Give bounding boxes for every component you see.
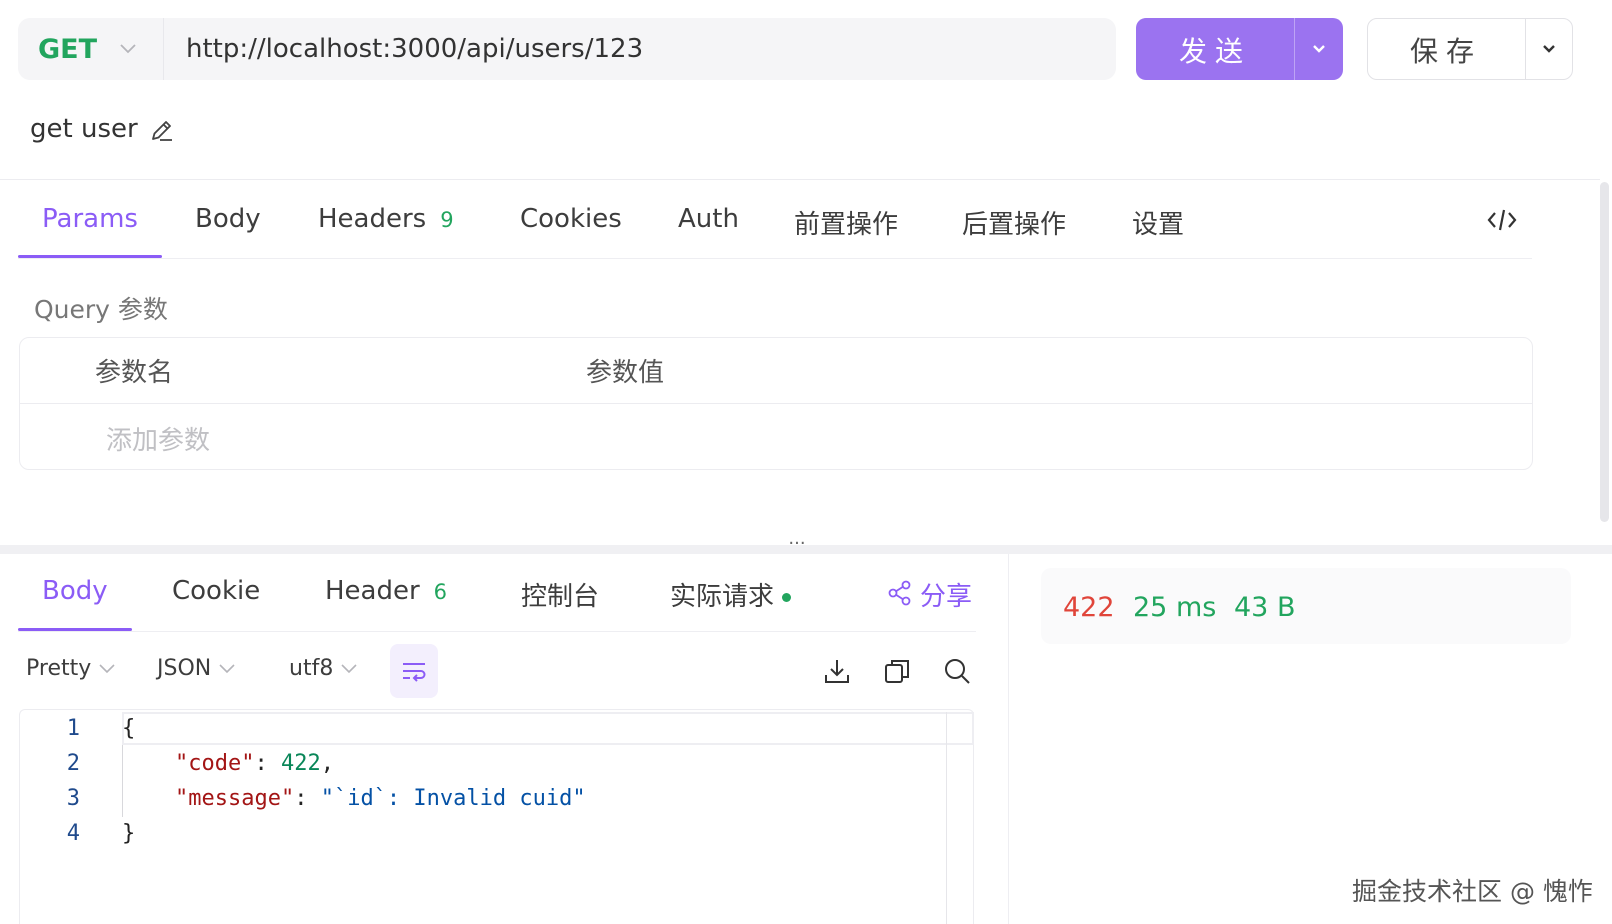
encoding-select[interactable]: utf8 (289, 656, 359, 681)
search-icon[interactable] (942, 656, 972, 686)
tab-cookies[interactable]: Cookies (520, 204, 622, 234)
code-line: } (122, 821, 136, 846)
url-divider (163, 18, 164, 80)
chevron-down-icon (99, 664, 115, 674)
copy-icon[interactable] (882, 656, 912, 686)
editor-ruler (946, 712, 947, 924)
tab-auth[interactable]: Auth (678, 204, 739, 234)
tab-body[interactable]: Body (195, 204, 261, 234)
line-number: 3 (66, 786, 80, 811)
response-tabs-divider (18, 631, 976, 632)
tabs-divider (18, 258, 1532, 259)
send-options-chevron-icon[interactable] (1308, 40, 1330, 58)
share-icon[interactable] (886, 579, 914, 607)
tab-settings[interactable]: 设置 (1132, 204, 1184, 241)
save-options-chevron-icon[interactable] (1538, 40, 1560, 58)
response-tab-header[interactable]: Header 6 (325, 576, 447, 606)
status-code: 422 (1063, 592, 1115, 623)
word-wrap-icon (403, 663, 426, 682)
line-number: 1 (66, 716, 80, 741)
chevron-down-icon (341, 664, 357, 674)
request-area-divider (0, 179, 1600, 180)
download-icon[interactable] (822, 656, 852, 686)
format-select[interactable]: Pretty (26, 656, 117, 681)
watermark: 掘金技术社区 @ 愧怍 (1352, 877, 1593, 906)
response-tab-body[interactable]: Body (42, 576, 108, 606)
add-param-input[interactable]: 添加参数 (106, 420, 210, 457)
save-button-separator (1525, 18, 1526, 80)
response-time: 25 ms (1133, 592, 1217, 623)
column-header-value: 参数值 (586, 358, 665, 388)
response-tab-cookie[interactable]: Cookie (172, 576, 260, 606)
url-input[interactable]: http://localhost:3000/api/users/123 (186, 34, 643, 64)
request-scrollbar[interactable] (1600, 182, 1609, 522)
method-select[interactable]: GET (38, 34, 97, 65)
code-icon[interactable] (1486, 206, 1518, 234)
status-dot (782, 593, 792, 602)
line-number: 4 (66, 821, 80, 846)
save-button-label[interactable]: 保存 (1367, 30, 1525, 70)
share-button[interactable]: 分享 (920, 576, 972, 613)
response-meta-card (1041, 568, 1571, 644)
tab-headers[interactable]: Headers 9 (318, 204, 454, 234)
header-count-badge: 6 (433, 580, 448, 604)
type-select[interactable]: JSON (157, 656, 237, 681)
chevron-down-icon (219, 664, 235, 674)
response-size: 43 B (1234, 592, 1296, 623)
code-line: { (122, 716, 136, 741)
headers-count-badge: 9 (440, 208, 454, 232)
query-params-title: Query 参数 (34, 295, 168, 324)
send-button-label[interactable]: 发送 (1136, 30, 1294, 70)
tab-pre-request[interactable]: 前置操作 (794, 204, 898, 241)
response-pane-divider (1008, 554, 1009, 924)
column-header-name: 参数名 (95, 358, 174, 388)
request-name: get user (30, 114, 138, 144)
params-header-divider (20, 403, 1532, 404)
send-button-separator (1294, 18, 1295, 80)
line-number: 2 (66, 751, 80, 776)
response-tab-actual-request[interactable]: 实际请求 (670, 576, 792, 613)
drag-handle-icon[interactable]: ··· (782, 535, 812, 554)
tab-params[interactable]: Params (42, 204, 138, 234)
code-line: "code": 422, (174, 751, 334, 776)
tab-post-request[interactable]: 后置操作 (962, 204, 1066, 241)
active-line-highlight (122, 712, 974, 745)
response-tab-console[interactable]: 控制台 (521, 576, 599, 613)
edit-icon[interactable] (148, 117, 176, 145)
code-line: "message": "`id`: Invalid cuid" (174, 786, 586, 811)
chevron-down-icon[interactable] (118, 38, 138, 58)
